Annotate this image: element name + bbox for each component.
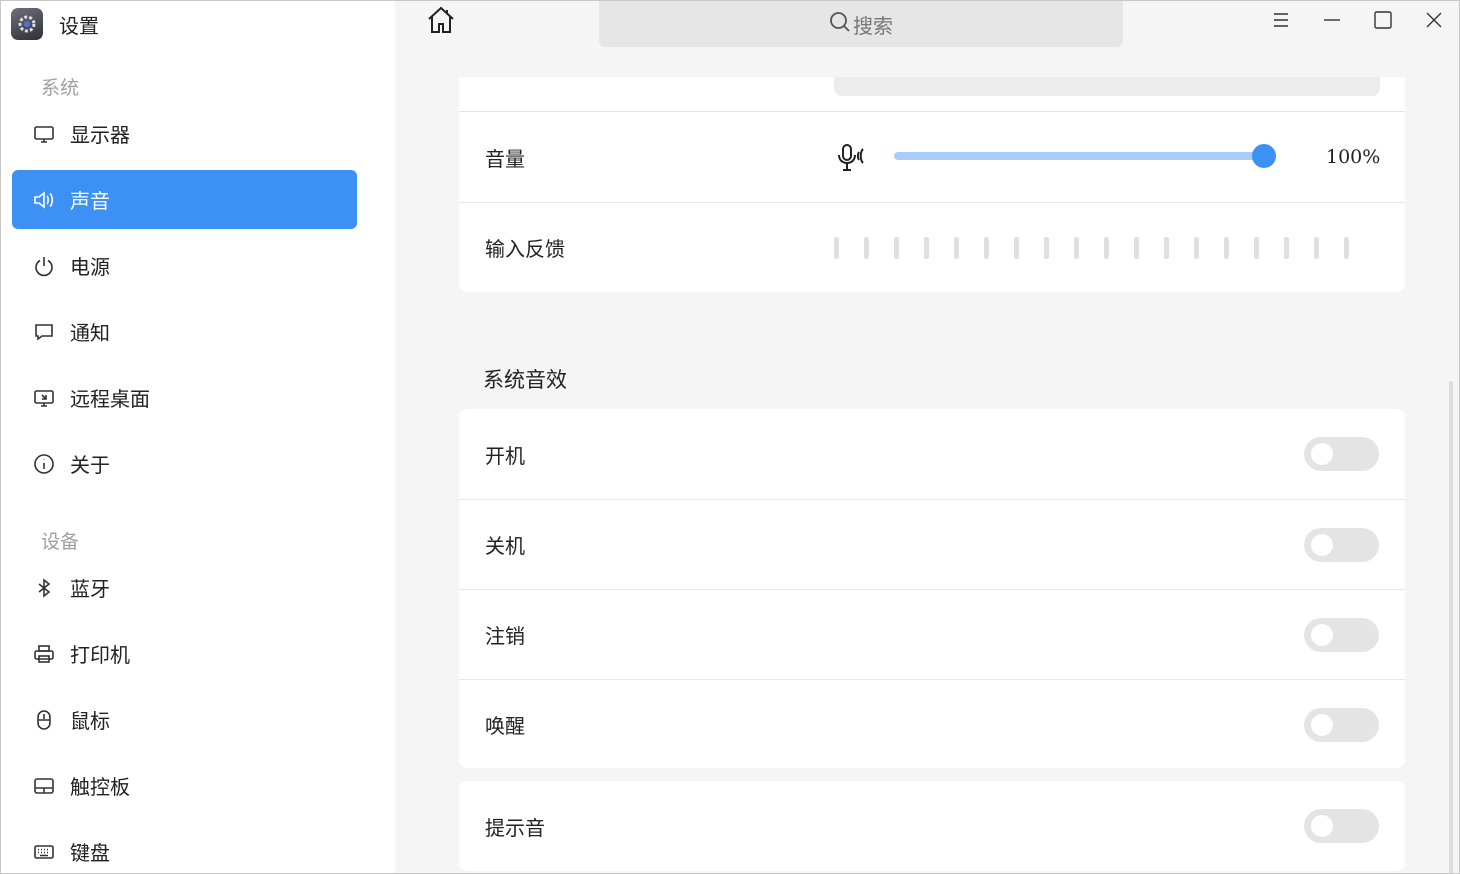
info-icon xyxy=(32,452,56,476)
sidebar-item-label: 键盘 xyxy=(70,841,110,865)
sidebar-item-bluetooth[interactable]: 蓝牙 xyxy=(12,558,357,617)
sidebar-item-power[interactable]: 电源 xyxy=(12,236,357,295)
input-device-select[interactable] xyxy=(834,77,1380,96)
startup-sound-toggle[interactable] xyxy=(1304,437,1379,471)
sound-effects-card: 开机 关机 注销 唤醒 xyxy=(459,409,1405,768)
volume-slider-track[interactable] xyxy=(894,152,1274,160)
printer-icon xyxy=(32,642,56,666)
feedback-bar xyxy=(1164,237,1169,259)
sound-effect-label: 提示音 xyxy=(485,815,545,840)
sidebar-item-keyboard[interactable]: 键盘 xyxy=(12,822,357,873)
keyboard-icon xyxy=(32,840,56,864)
shutdown-sound-toggle[interactable] xyxy=(1304,527,1379,562)
sidebar-item-label: 远程桌面 xyxy=(70,387,150,411)
feedback-bar xyxy=(954,237,959,259)
remote-desktop-icon xyxy=(32,386,56,410)
feedback-bar xyxy=(834,237,839,259)
sound-effect-row-notice: 提示音 xyxy=(459,781,1405,871)
feedback-bar xyxy=(1014,237,1019,259)
input-feedback-meter xyxy=(834,237,1354,259)
feedback-bar xyxy=(1284,237,1289,259)
volume-slider-handle[interactable] xyxy=(1252,144,1276,168)
sound-effect-label: 关机 xyxy=(485,534,525,558)
feedback-bar xyxy=(1254,237,1259,259)
sound-effect-row-wakeup: 唤醒 xyxy=(459,679,1405,769)
sound-effects-title: 系统音效 xyxy=(483,368,567,392)
feedback-bar xyxy=(864,237,869,259)
speaker-icon xyxy=(32,188,56,212)
sidebar-item-notifications[interactable]: 通知 xyxy=(12,302,357,361)
app-title-bar: 设置 xyxy=(11,7,99,41)
section-label-system: 系统 xyxy=(41,77,80,99)
sidebar: 设置 系统 显示器 声音 电源 通知 远程桌面 关于 设备 蓝牙 打印机 鼠标 … xyxy=(1,1,395,873)
sound-effect-row-startup: 开机 xyxy=(459,409,1405,499)
monitor-icon xyxy=(32,122,56,146)
sidebar-item-label: 通知 xyxy=(70,321,110,345)
bluetooth-icon xyxy=(32,576,56,600)
feedback-bar xyxy=(1314,237,1319,259)
sound-effect-label: 开机 xyxy=(485,443,525,468)
input-settings-card: 音量 100% 输入反馈 xyxy=(459,77,1405,292)
input-feedback-label: 输入反馈 xyxy=(485,237,565,261)
sidebar-item-label: 电源 xyxy=(70,255,110,279)
sidebar-item-label: 显示器 xyxy=(70,123,130,147)
sound-effect-label: 注销 xyxy=(485,624,525,648)
sidebar-item-touchpad[interactable]: 触控板 xyxy=(12,756,357,815)
mouse-icon xyxy=(32,708,56,732)
section-label-devices: 设备 xyxy=(41,531,80,553)
sidebar-item-label: 关于 xyxy=(70,453,110,477)
sidebar-item-about[interactable]: 关于 xyxy=(12,434,357,493)
sidebar-item-mouse[interactable]: 鼠标 xyxy=(12,690,357,749)
volume-value: 100% xyxy=(1326,146,1381,168)
input-feedback-row: 输入反馈 xyxy=(459,202,1405,292)
feedback-bar xyxy=(1134,237,1139,259)
sidebar-item-label: 声音 xyxy=(70,189,110,213)
sound-effect-row-logout: 注销 xyxy=(459,589,1405,679)
app-title: 设置 xyxy=(59,13,99,38)
sidebar-item-label: 蓝牙 xyxy=(70,577,110,601)
sidebar-item-label: 触控板 xyxy=(70,775,130,799)
feedback-bar xyxy=(1074,237,1079,259)
sound-effect-row-shutdown: 关机 xyxy=(459,499,1405,589)
microphone-icon[interactable] xyxy=(835,142,871,179)
volume-label: 音量 xyxy=(485,146,525,171)
sidebar-item-sound[interactable]: 声音 xyxy=(12,170,357,229)
sound-effect-label: 唤醒 xyxy=(485,714,525,738)
power-icon xyxy=(32,254,56,278)
wakeup-sound-toggle[interactable] xyxy=(1304,707,1379,742)
sidebar-item-printer[interactable]: 打印机 xyxy=(12,624,357,683)
chat-bubble-icon xyxy=(32,320,56,344)
sidebar-item-display[interactable]: 显示器 xyxy=(12,104,357,163)
feedback-bar xyxy=(984,237,989,259)
settings-window: 设置 系统 显示器 声音 电源 通知 远程桌面 关于 设备 蓝牙 打印机 鼠标 … xyxy=(0,0,1460,874)
touchpad-icon xyxy=(32,774,56,798)
notice-sound-toggle[interactable] xyxy=(1304,809,1379,843)
feedback-bar xyxy=(1224,237,1229,259)
logout-sound-toggle[interactable] xyxy=(1304,617,1379,652)
volume-row: 音量 100% xyxy=(459,112,1405,202)
settings-app-icon xyxy=(11,8,43,40)
sidebar-item-remote-desktop[interactable]: 远程桌面 xyxy=(12,368,357,427)
sidebar-item-label: 鼠标 xyxy=(70,709,110,733)
notice-sound-card: 提示音 xyxy=(459,781,1405,871)
sidebar-item-label: 打印机 xyxy=(70,643,130,667)
feedback-bar xyxy=(894,237,899,259)
content-scrollbar[interactable] xyxy=(1449,381,1453,873)
feedback-bar xyxy=(1194,237,1199,259)
feedback-bar xyxy=(1344,237,1349,259)
feedback-bar xyxy=(1044,237,1049,259)
content-area: 音量 100% 输入反馈 系统音效 开机 关机 注销 唤醒 提示音 xyxy=(395,1,1459,873)
feedback-bar xyxy=(924,237,929,259)
feedback-bar xyxy=(1104,237,1109,259)
